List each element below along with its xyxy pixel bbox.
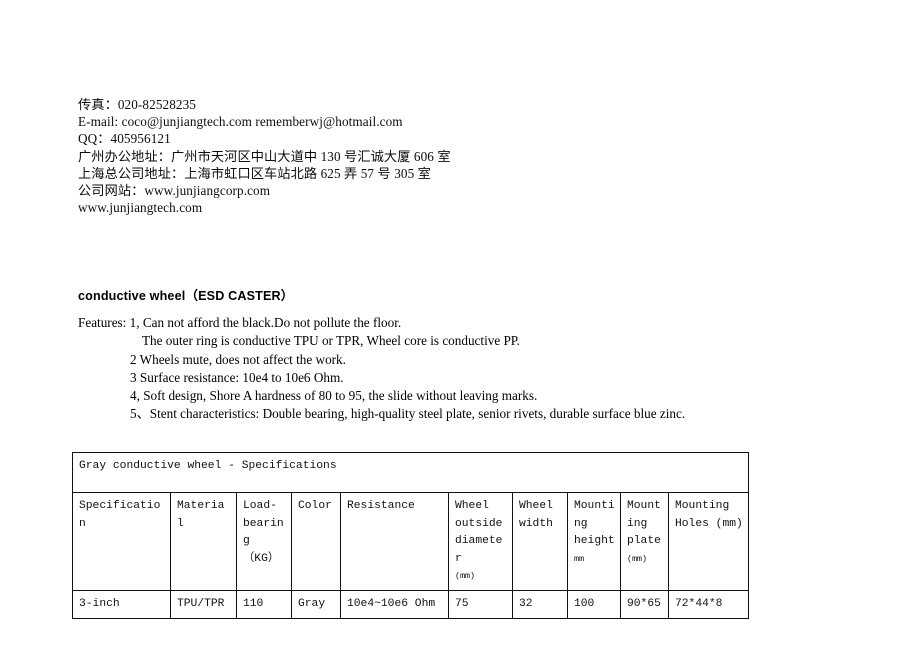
column-header-load-bearing-unit: （KG） <box>243 552 280 565</box>
contact-line-shanghai-address: 上海总公司地址：上海市虹口区车站北路 625 弄 57 号 305 室 <box>78 165 431 181</box>
column-header-load-bearing-label: Load-bearing <box>243 500 284 548</box>
feature-line-3: 2 Wheels mute, does not affect the work. <box>130 351 346 367</box>
spec-table-container: Gray conductive wheel - Specifications S… <box>71 452 750 619</box>
feature-line-2: The outer ring is conductive TPU or TPR,… <box>142 333 520 349</box>
cell-material: TPU/TPR <box>170 589 237 619</box>
cell-wheel-width: 32 <box>512 589 568 619</box>
contact-line-website: 公司网站：www.junjiangcorp.com <box>78 183 271 199</box>
column-header-specification: Specification <box>72 492 171 591</box>
column-header-wheel-outside-diameter-unit: (mm) <box>455 571 475 582</box>
column-header-color-label: Color <box>298 500 332 512</box>
contact-line-fax: 传真：020-82528235 <box>78 97 196 112</box>
table-caption-row: Gray conductive wheel - Specifications <box>71 452 750 493</box>
contact-line-guangzhou-address: 广州办公地址：广州市天河区中山大道中 130 号汇诚大厦 606 室 <box>78 148 451 164</box>
column-header-mounting-height-label: Mounting height <box>574 500 615 548</box>
column-header-mounting-height-unit: mm <box>574 553 584 564</box>
cell-load-bearing: 110 <box>236 589 292 619</box>
cell-color: Gray <box>291 589 341 619</box>
column-header-color: Color <box>291 492 341 591</box>
cell-mounting-plate: 90*65 <box>620 589 669 619</box>
features-label: Features: <box>78 315 127 330</box>
column-header-mounting-holes: Mounting Holes (mm) <box>667 492 750 591</box>
contact-line-website-alt: www.junjiangtech.com <box>78 200 203 216</box>
column-header-wheel-width-label: Wheel width <box>519 500 553 530</box>
cell-wheel-outside-diameter: 75 <box>448 589 513 619</box>
column-header-wheel-outside-diameter-label: Wheel outside diameter <box>455 500 503 565</box>
column-header-resistance: Resistance <box>340 492 449 591</box>
cell-mounting-holes: 72*44*8 <box>667 589 750 619</box>
column-header-load-bearing: Load-bearing （KG） <box>236 492 292 591</box>
cell-resistance: 10e4~10e6 Ohm <box>340 589 449 619</box>
contact-info-block: 传真：020-82528235 E-mail: coco@junjiangtec… <box>78 96 451 216</box>
cell-mounting-height: 100 <box>567 589 621 619</box>
specifications-table: Gray conductive wheel - Specifications S… <box>71 452 750 619</box>
column-header-mounting-height: Mounting height mm <box>567 492 621 591</box>
product-heading: conductive wheel（ESD CASTER） <box>78 289 294 303</box>
table-caption: Gray conductive wheel - Specifications <box>71 452 750 493</box>
column-header-material: Material <box>170 492 237 591</box>
feature-line-5: 4, Soft design, Shore A hardness of 80 t… <box>130 388 538 404</box>
column-header-resistance-label: Resistance <box>347 500 415 512</box>
feature-line-1: Features: 1, Can not afford the black.Do… <box>78 314 685 332</box>
table-row: 3-inch TPU/TPR 110 Gray 10e4~10e6 Ohm 75… <box>72 589 750 619</box>
column-header-mounting-plate: Mounting plate (mm) <box>620 492 669 591</box>
contact-line-email: E-mail: coco@junjiangtech.com rememberwj… <box>78 114 403 130</box>
column-header-wheel-width: Wheel width <box>512 492 568 591</box>
column-header-material-label: Material <box>177 500 225 530</box>
features-block: Features: 1, Can not afford the black.Do… <box>78 314 685 424</box>
column-header-wheel-outside-diameter: Wheel outside diameter (mm) <box>448 492 513 591</box>
column-header-mounting-plate-unit: (mm) <box>627 553 647 564</box>
feature-line-4: 3 Surface resistance: 10e4 to 10e6 Ohm. <box>130 369 344 385</box>
contact-line-qq: QQ：405956121 <box>78 131 171 147</box>
column-header-specification-label: Specification <box>79 500 161 530</box>
table-header-row: Specification Material Load-bearing （KG） … <box>72 492 750 591</box>
column-header-mounting-holes-label: Mounting Holes (mm) <box>675 500 743 530</box>
feature-line-6: 5、Stent characteristics: Double bearing,… <box>130 406 686 422</box>
column-header-mounting-plate-label: Mounting plate <box>627 500 661 548</box>
feature-text-1: 1, Can not afford the black.Do not pollu… <box>129 315 402 330</box>
cell-specification: 3-inch <box>72 589 171 619</box>
